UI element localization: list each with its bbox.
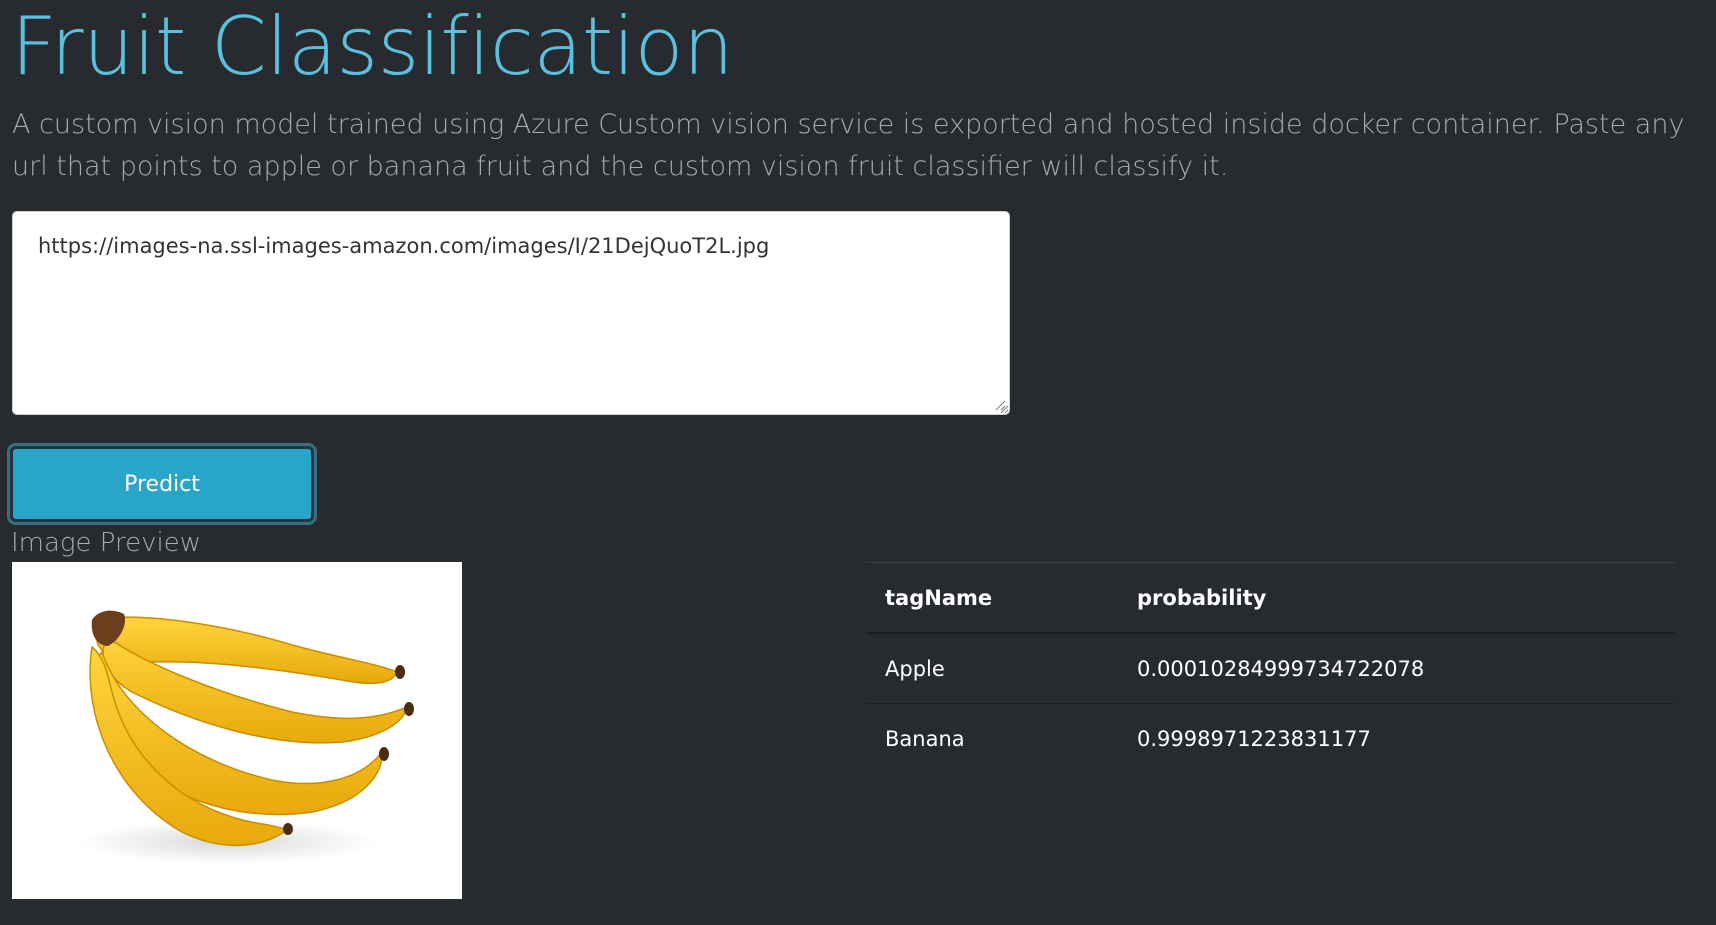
cell-probability: 0.9998971223831177	[1118, 703, 1675, 773]
page: Fruit Classification A custom vision mod…	[0, 0, 1716, 925]
image-preview-label: Image Preview	[11, 528, 201, 558]
table-header-row: tagName probability	[866, 562, 1675, 634]
banana-image	[77, 610, 414, 864]
table-row: Banana 0.9998971223831177	[866, 703, 1675, 773]
resize-handle-icon[interactable]	[994, 399, 1006, 411]
results-table: tagName probability Apple 0.000102849997…	[866, 562, 1675, 773]
table-row: Apple 0.00010284999734722078	[866, 632, 1675, 704]
cell-tagname: Apple	[866, 632, 1118, 704]
cell-probability: 0.00010284999734722078	[1118, 632, 1675, 704]
page-title: Fruit Classification	[11, 0, 734, 93]
page-description: A custom vision model trained using Azur…	[12, 109, 1685, 182]
image-url-textarea[interactable]: https://images-na.ssl-images-amazon.com/…	[12, 211, 1010, 415]
image-preview	[12, 562, 462, 899]
predict-button[interactable]: Predict	[10, 446, 314, 522]
column-header-probability: probability	[1118, 562, 1675, 634]
column-header-tagname: tagName	[866, 562, 1118, 634]
cell-tagname: Banana	[866, 703, 1118, 773]
